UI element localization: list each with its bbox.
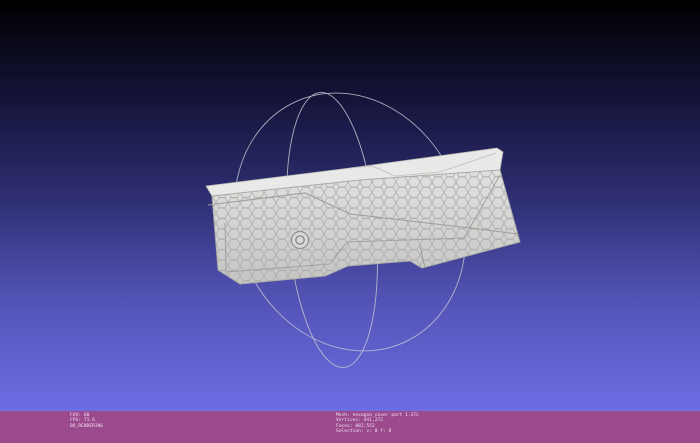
3d-mesh-model-icon[interactable] <box>205 147 521 285</box>
mesh-viewer-window: FOV: 60 FPS: 71.6 BO_RENDERING Mesh: hex… <box>0 0 700 443</box>
status-bar: FOV: 60 FPS: 71.6 BO_RENDERING Mesh: hex… <box>0 411 700 443</box>
mesh-info: Mesh: hexagon_cover part 1.STL Vertices:… <box>336 413 419 435</box>
render-mode-readout: BO_RENDERING <box>70 423 104 429</box>
render-info: FOV: 60 FPS: 71.6 BO_RENDERING <box>70 413 103 429</box>
3d-viewport[interactable] <box>0 0 700 411</box>
viewport-canvas[interactable] <box>0 0 700 411</box>
selection-readout: Selection: v: 0 f: 0 <box>336 429 392 435</box>
